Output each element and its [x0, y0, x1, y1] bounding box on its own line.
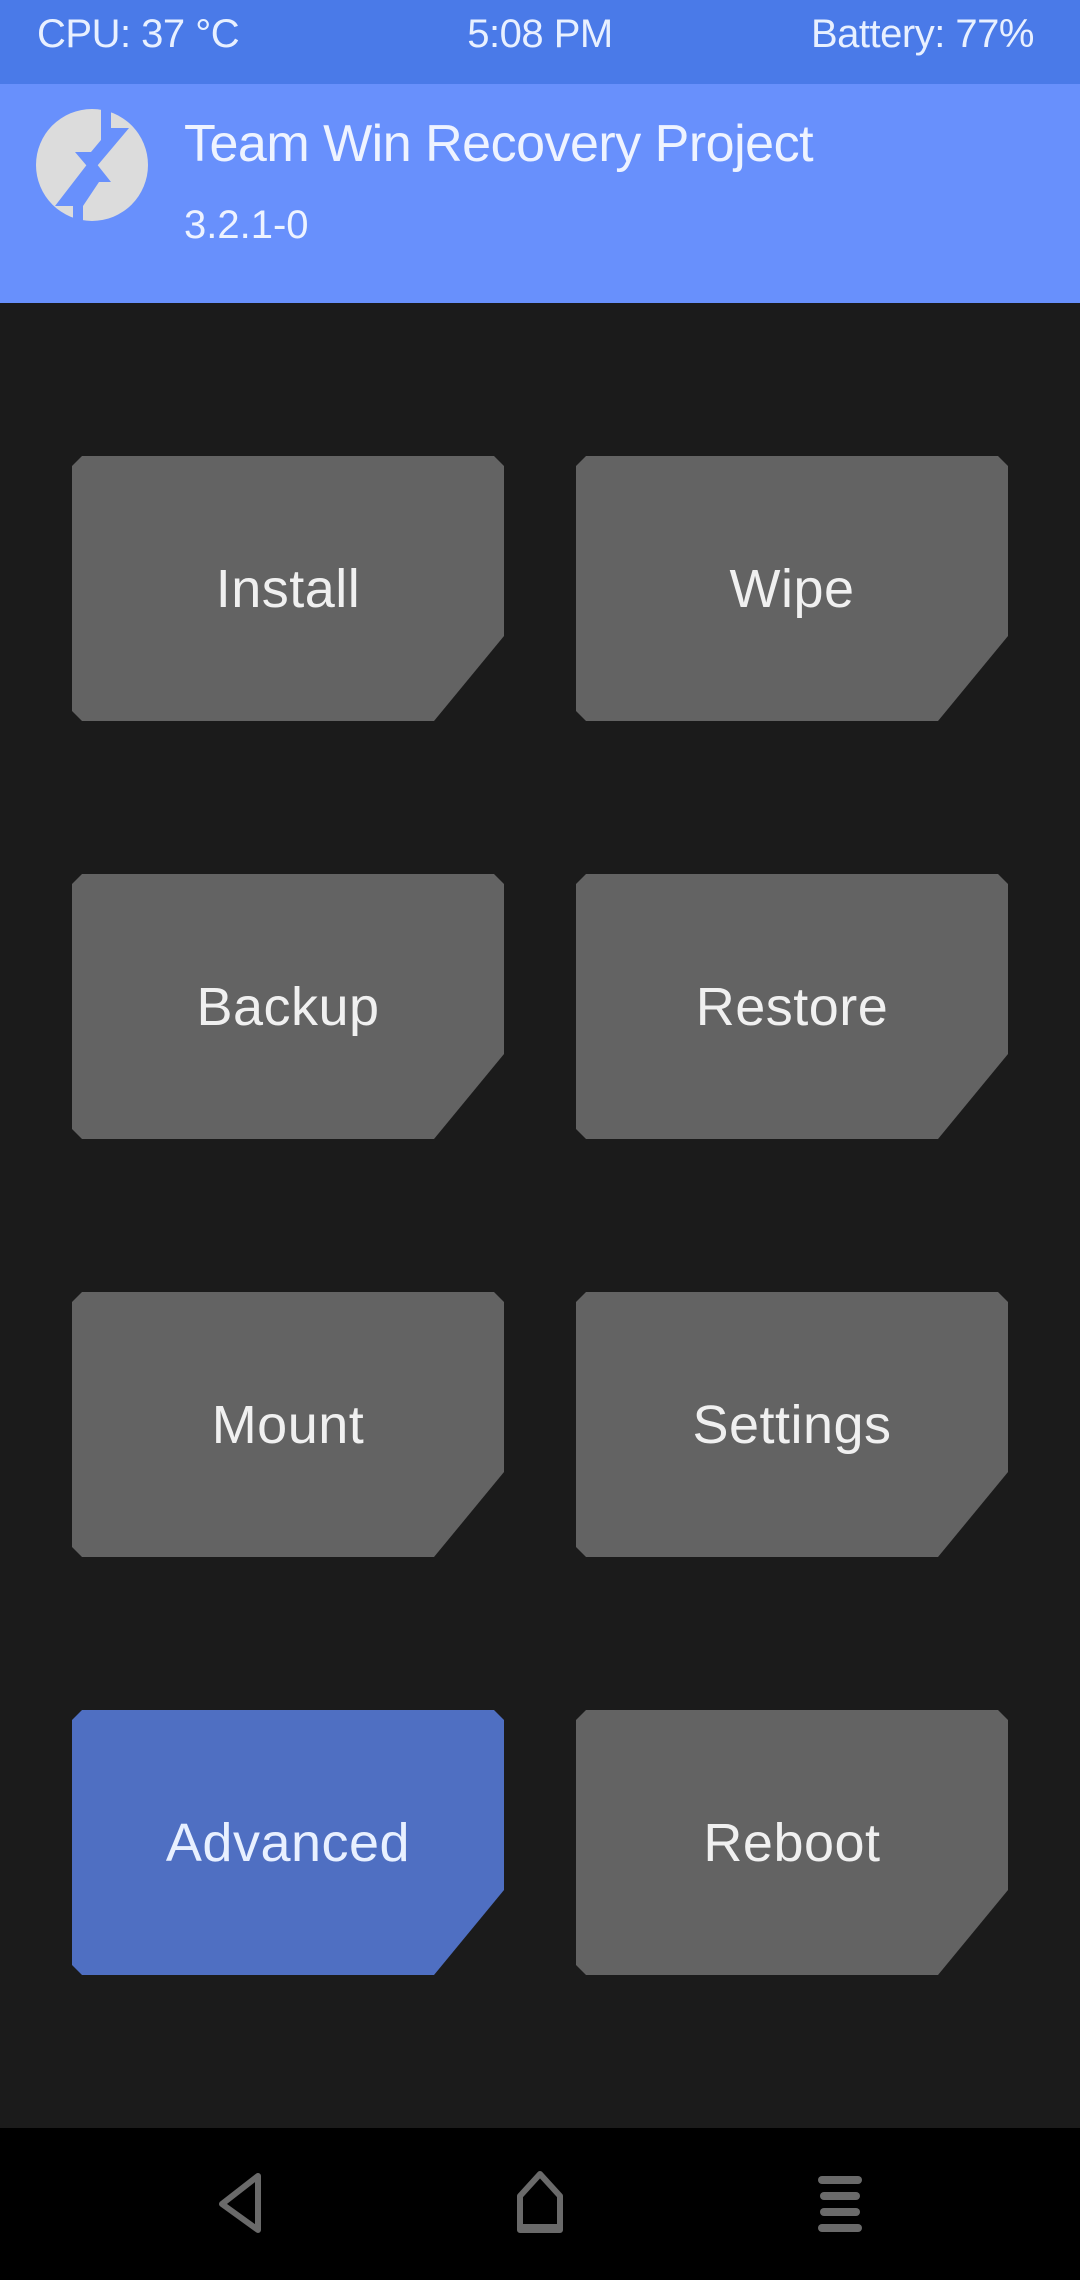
reboot-button[interactable]: Reboot — [576, 1710, 1008, 1975]
battery-level: Battery: 77% — [810, 12, 1035, 56]
backup-button[interactable]: Backup — [72, 874, 504, 1139]
advanced-button[interactable]: Advanced — [72, 1710, 504, 1975]
navigation-bar — [0, 2128, 1080, 2280]
console-button[interactable] — [800, 2168, 880, 2238]
status-bar: CPU: 37 °C 5:08 PM Battery: 77% — [0, 0, 1080, 84]
twrp-logo-icon — [36, 108, 148, 222]
app-version: 3.2.1-0 — [184, 203, 309, 247]
back-button[interactable] — [200, 2168, 280, 2238]
console-menu-icon — [818, 2176, 862, 2232]
home-button[interactable] — [500, 2168, 580, 2238]
home-icon — [517, 2171, 563, 2233]
restore-button[interactable]: Restore — [576, 874, 1008, 1139]
mount-button[interactable]: Mount — [72, 1292, 504, 1557]
settings-button[interactable]: Settings — [576, 1292, 1008, 1557]
back-triangle-icon — [219, 2173, 261, 2233]
wipe-button[interactable]: Wipe — [576, 456, 1008, 721]
app-title: Team Win Recovery Project — [184, 115, 814, 173]
install-button[interactable]: Install — [72, 456, 504, 721]
